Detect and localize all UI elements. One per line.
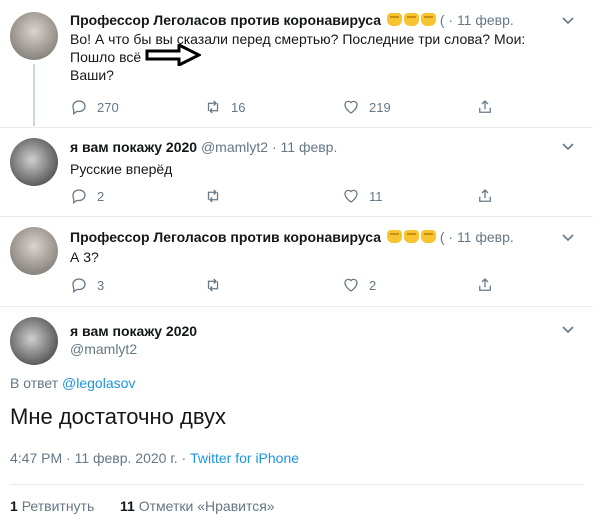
share-button[interactable] — [476, 98, 494, 116]
chevron-down-icon[interactable] — [561, 230, 575, 244]
tweet-text: А 3? — [70, 248, 99, 266]
replying-prefix: В ответ — [10, 375, 59, 391]
fist-emoji-icon — [420, 13, 436, 26]
author-handle[interactable]: @mamlyt2 — [70, 340, 197, 358]
tweet-date[interactable]: 11 февр. — [457, 12, 514, 28]
fist-emoji-icon — [403, 230, 419, 243]
reply-button[interactable]: 270 — [70, 98, 119, 116]
tweet-meta: 4:47 PM · 11 февр. 2020 г. · Twitter for… — [10, 450, 299, 466]
reply-icon — [72, 189, 86, 205]
tweet-date[interactable]: 11 февр. — [281, 139, 338, 155]
avatar[interactable] — [10, 227, 58, 275]
reply-count: 2 — [97, 188, 105, 204]
tweet-header: Профессор Леголасов против коронавируса … — [70, 228, 514, 246]
heart-icon — [344, 278, 358, 292]
retweet-icon — [207, 278, 219, 292]
tweet-header: я вам покажу 2020 @mamlyt2 — [70, 322, 197, 358]
likes-count: 11 — [120, 498, 135, 514]
main-tweet-text: Мне достаточно двух — [10, 404, 227, 429]
chevron-down-icon[interactable] — [561, 13, 575, 27]
retweets-count: 1 — [10, 498, 18, 514]
tweet-stats: 1 Ретвитнуть 11 Отметки «Нравится» — [10, 498, 275, 514]
separator: · — [448, 229, 454, 245]
share-icon — [479, 278, 491, 291]
separator: · — [448, 12, 454, 28]
separator: · — [181, 450, 187, 466]
author-name[interactable]: я вам покажу 2020 — [70, 139, 197, 155]
retweet-button[interactable]: 16 — [204, 98, 245, 116]
author-name[interactable]: я вам покажу 2020 — [70, 322, 197, 340]
author-name[interactable]: Профессор Леголасов против коронавируса — [70, 12, 381, 28]
fist-emoji-icon — [403, 13, 419, 26]
tweet-header: Профессор Леголасов против коронавируса … — [70, 11, 514, 29]
reply-count: 3 — [97, 277, 105, 293]
truncated-handle: ( — [439, 229, 445, 245]
share-icon — [479, 189, 491, 202]
heart-icon — [344, 100, 358, 114]
text-line: Пошло всё — [70, 49, 142, 65]
like-button[interactable]: 219 — [342, 98, 391, 116]
arrow-right-icon — [145, 44, 202, 66]
retweets-stat[interactable]: 1 Ретвитнуть — [10, 498, 94, 514]
tweet-timestamp[interactable]: 4:47 PM · 11 февр. 2020 г. — [10, 450, 178, 466]
truncated-handle: ( — [439, 12, 445, 28]
avatar[interactable] — [10, 138, 58, 186]
chevron-down-icon[interactable] — [561, 139, 575, 153]
heart-icon — [344, 189, 358, 203]
retweet-icon — [207, 189, 219, 203]
likes-stat[interactable]: 11 Отметки «Нравится» — [120, 498, 275, 514]
tweet-text: Русские вперёд — [70, 160, 172, 178]
tweet-source-link[interactable]: Twitter for iPhone — [190, 450, 299, 466]
text-line-with-arrow: Пошло всё — [70, 44, 525, 66]
like-count: 11 — [369, 188, 383, 204]
tweet-actions: 270 16 219 — [70, 98, 500, 118]
text-line: А 3? — [70, 249, 99, 265]
likes-label: Отметки «Нравится» — [138, 498, 275, 514]
author-handle[interactable]: @mamlyt2 — [201, 139, 268, 155]
share-button[interactable] — [476, 187, 494, 205]
separator: · — [271, 139, 277, 155]
fist-emoji-icon — [420, 230, 436, 243]
replying-to-link[interactable]: @legolasov — [62, 375, 135, 391]
text-line: Во! А что бы вы сказали перед смертью? П… — [70, 31, 526, 47]
tweet-date[interactable]: 11 февр. — [457, 229, 514, 245]
fist-emoji-icon — [386, 13, 402, 26]
retweet-count: 16 — [231, 99, 246, 115]
tweet-text: Во! А что бы вы сказали перед смертью? П… — [70, 30, 525, 84]
like-count: 219 — [369, 99, 391, 115]
avatar[interactable] — [10, 317, 58, 365]
like-button[interactable]: 2 — [342, 276, 376, 294]
author-name[interactable]: Профессор Леголасов против коронавируса — [70, 229, 381, 245]
share-button[interactable] — [476, 276, 494, 294]
divider — [0, 127, 593, 128]
thread-line — [33, 64, 35, 126]
retweet-icon — [207, 100, 219, 114]
reply-button[interactable]: 3 — [70, 276, 104, 294]
like-button[interactable]: 11 — [342, 187, 383, 205]
tweet-header: я вам покажу 2020 @mamlyt2 · 11 февр. — [70, 138, 337, 156]
chevron-down-icon[interactable] — [561, 322, 575, 336]
reply-button[interactable]: 2 — [70, 187, 104, 205]
divider — [10, 484, 583, 485]
avatar[interactable] — [10, 12, 58, 60]
replying-to: В ответ @legolasov — [10, 375, 135, 391]
retweets-label: Ретвитнуть — [21, 498, 95, 514]
reply-icon — [72, 100, 86, 116]
like-count: 2 — [369, 277, 377, 293]
text-line: Русские вперёд — [70, 161, 173, 177]
share-icon — [479, 100, 491, 113]
reply-icon — [72, 278, 86, 294]
text-line: Ваши? — [70, 67, 114, 83]
tweet-actions: 2 11 — [70, 187, 500, 207]
tweet-actions: 3 2 — [70, 276, 500, 296]
reply-count: 270 — [97, 99, 119, 115]
retweet-button[interactable] — [204, 276, 231, 294]
divider — [0, 216, 593, 217]
fist-emoji-icon — [386, 230, 402, 243]
retweet-button[interactable] — [204, 187, 231, 205]
